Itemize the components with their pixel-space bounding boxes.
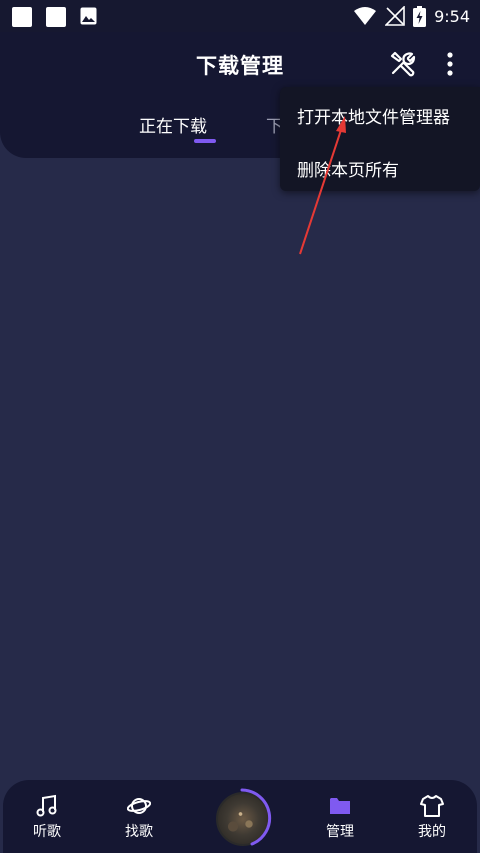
menu-item-delete-all[interactable]: 删除本页所有	[280, 142, 480, 190]
battery-charging-icon	[413, 5, 427, 27]
folder-icon	[330, 798, 350, 814]
now-playing-disc[interactable]	[212, 788, 272, 848]
nav-label: 我的	[418, 824, 446, 840]
more-options-icon[interactable]	[440, 51, 460, 79]
tab-indicator	[194, 139, 216, 143]
nav-manage[interactable]: 管理	[300, 780, 380, 853]
tab-downloading[interactable]: 正在下载	[139, 112, 207, 137]
wifi-icon	[354, 7, 377, 25]
signal-off-icon	[385, 6, 405, 26]
notification-icon	[46, 7, 66, 27]
nav-label: 管理	[326, 824, 354, 840]
image-icon	[80, 7, 97, 25]
tshirt-icon	[420, 795, 444, 817]
status-time: 9:54	[434, 6, 470, 26]
nav-mine[interactable]: 我的	[392, 780, 472, 853]
menu-item-label: 删除本页所有	[297, 161, 399, 181]
menu-item-open-file-manager[interactable]: 打开本地文件管理器	[280, 89, 480, 137]
nav-listen[interactable]: 听歌	[7, 780, 87, 853]
playback-progress-ring	[240, 788, 272, 846]
options-dropdown: 打开本地文件管理器 删除本页所有	[280, 87, 480, 191]
bottom-nav: 听歌 找歌 管理 我的	[3, 780, 477, 853]
menu-item-label: 打开本地文件管理器	[297, 108, 450, 128]
nav-label: 找歌	[125, 824, 153, 840]
notification-icon	[12, 7, 32, 27]
nav-label: 听歌	[33, 824, 61, 840]
nav-find[interactable]: 找歌	[99, 780, 179, 853]
tools-icon[interactable]	[388, 50, 416, 78]
music-note-icon	[36, 794, 57, 817]
planet-icon	[127, 798, 151, 814]
status-bar: 9:54	[0, 0, 480, 32]
